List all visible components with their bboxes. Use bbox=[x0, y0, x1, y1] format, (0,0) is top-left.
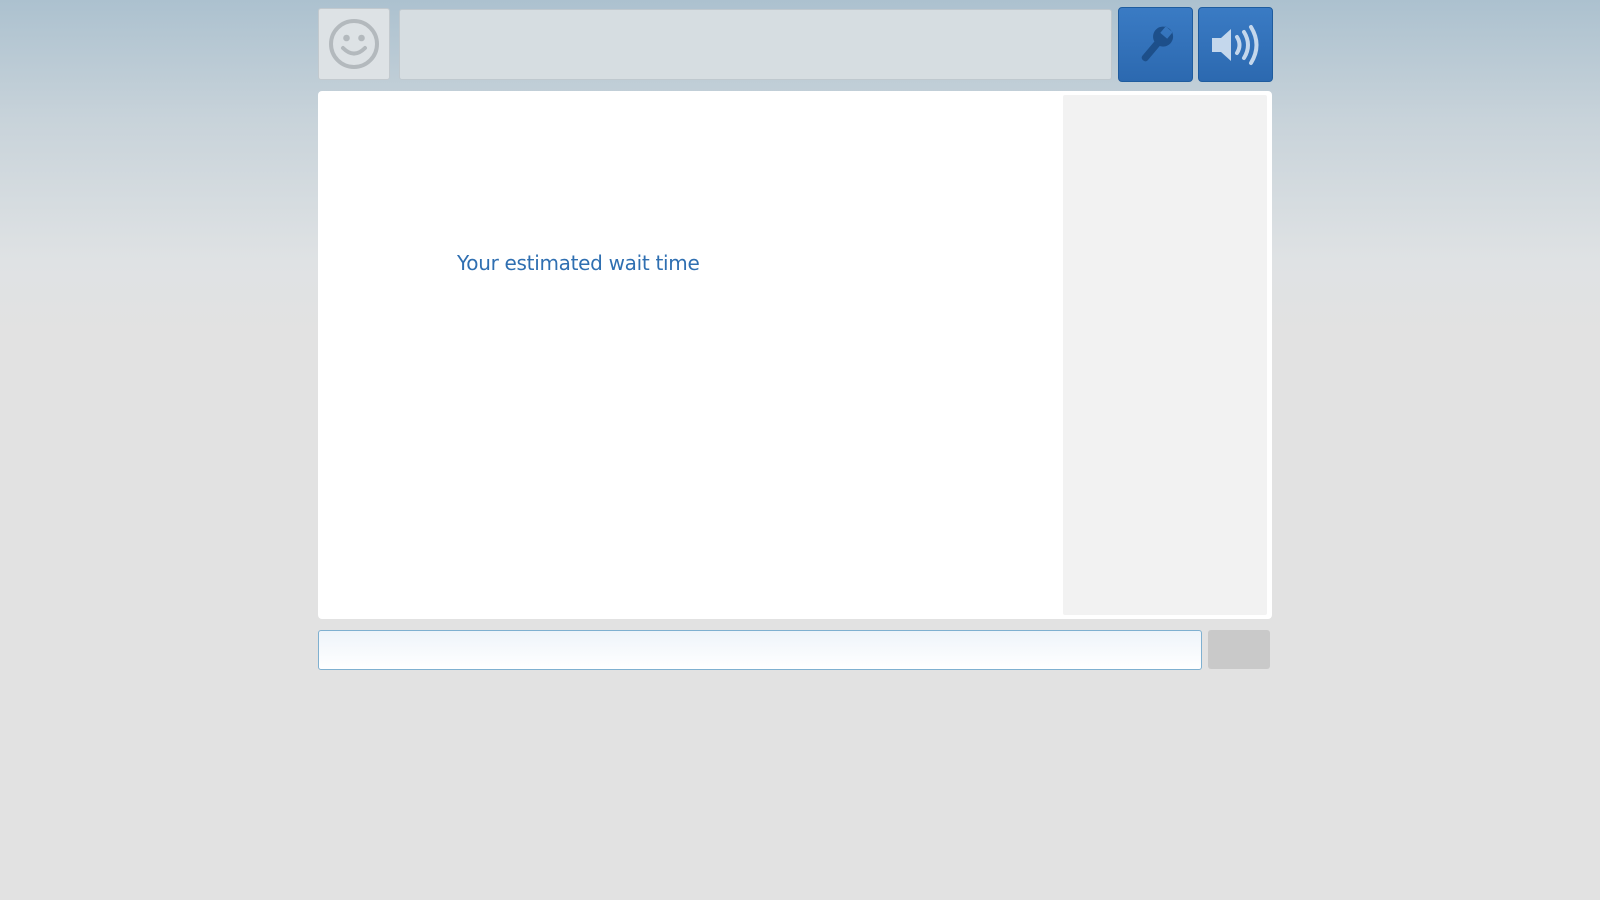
chat-transcript: Your estimated wait time bbox=[318, 91, 1058, 619]
wrench-icon bbox=[1132, 21, 1180, 69]
message-input[interactable] bbox=[318, 630, 1202, 670]
smiley-face-icon bbox=[328, 18, 380, 70]
speaker-icon bbox=[1209, 23, 1263, 67]
settings-button[interactable] bbox=[1118, 7, 1193, 82]
agent-avatar bbox=[318, 8, 390, 80]
side-panel bbox=[1063, 95, 1267, 615]
chat-title-bar bbox=[399, 9, 1112, 80]
chat-panel: Your estimated wait time bbox=[318, 91, 1272, 619]
sound-toggle-button[interactable] bbox=[1198, 7, 1273, 82]
send-button[interactable] bbox=[1208, 630, 1270, 669]
wait-time-message: Your estimated wait time bbox=[457, 251, 700, 275]
